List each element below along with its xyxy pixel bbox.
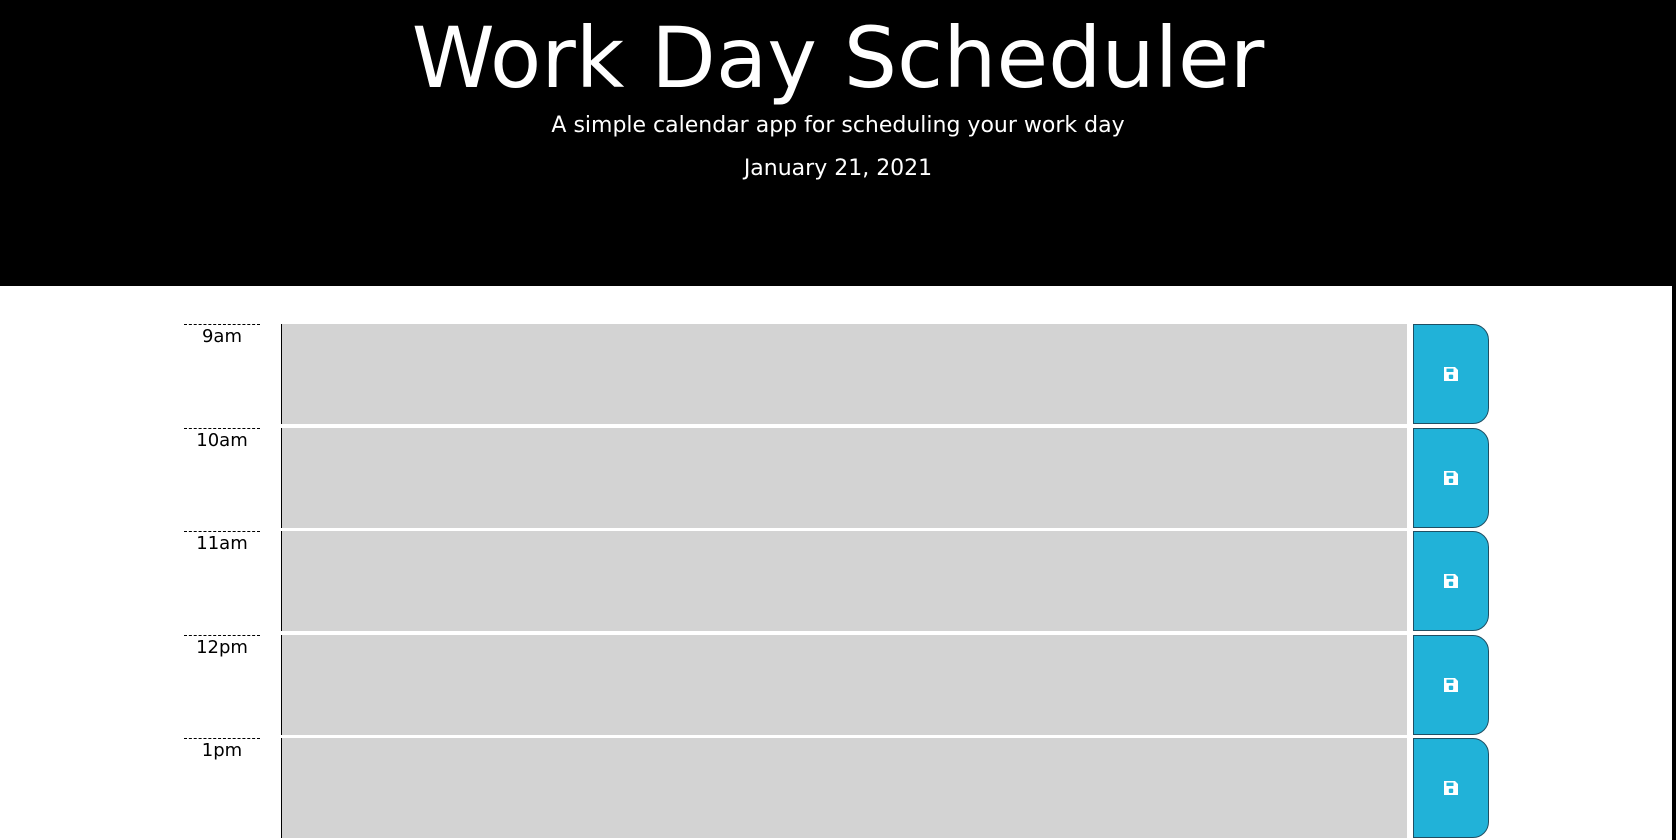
save-button[interactable] xyxy=(1413,428,1489,528)
floppy-disk-icon xyxy=(1444,471,1458,485)
floppy-disk-icon xyxy=(1444,574,1458,588)
hour-label: 1pm xyxy=(184,738,260,838)
hour-label: 12pm xyxy=(184,635,260,735)
floppy-disk-icon xyxy=(1444,678,1458,692)
event-description-input[interactable] xyxy=(281,738,1407,838)
save-button[interactable] xyxy=(1413,324,1489,424)
time-block-row: 11am xyxy=(0,531,1676,631)
floppy-disk-icon xyxy=(1444,367,1458,381)
event-description-input[interactable] xyxy=(281,428,1407,528)
hour-label: 9am xyxy=(184,324,260,424)
event-description-input[interactable] xyxy=(281,531,1407,631)
time-block-row: 12pm xyxy=(0,635,1676,735)
header-jumbotron: Work Day Scheduler A simple calendar app… xyxy=(0,0,1676,286)
hour-label: 10am xyxy=(184,428,260,528)
event-description-input[interactable] xyxy=(281,324,1407,424)
time-block-row: 1pm xyxy=(0,738,1676,838)
hour-label: 11am xyxy=(184,531,260,631)
floppy-disk-icon xyxy=(1444,781,1458,795)
current-day: January 21, 2021 xyxy=(743,156,933,181)
save-button[interactable] xyxy=(1413,738,1489,838)
time-block-row: 9am xyxy=(0,324,1676,424)
page-subtitle: A simple calendar app for scheduling you… xyxy=(551,113,1125,138)
page-title: Work Day Scheduler xyxy=(411,9,1265,107)
event-description-input[interactable] xyxy=(281,635,1407,735)
save-button[interactable] xyxy=(1413,635,1489,735)
time-block-row: 10am xyxy=(0,428,1676,528)
save-button[interactable] xyxy=(1413,531,1489,631)
